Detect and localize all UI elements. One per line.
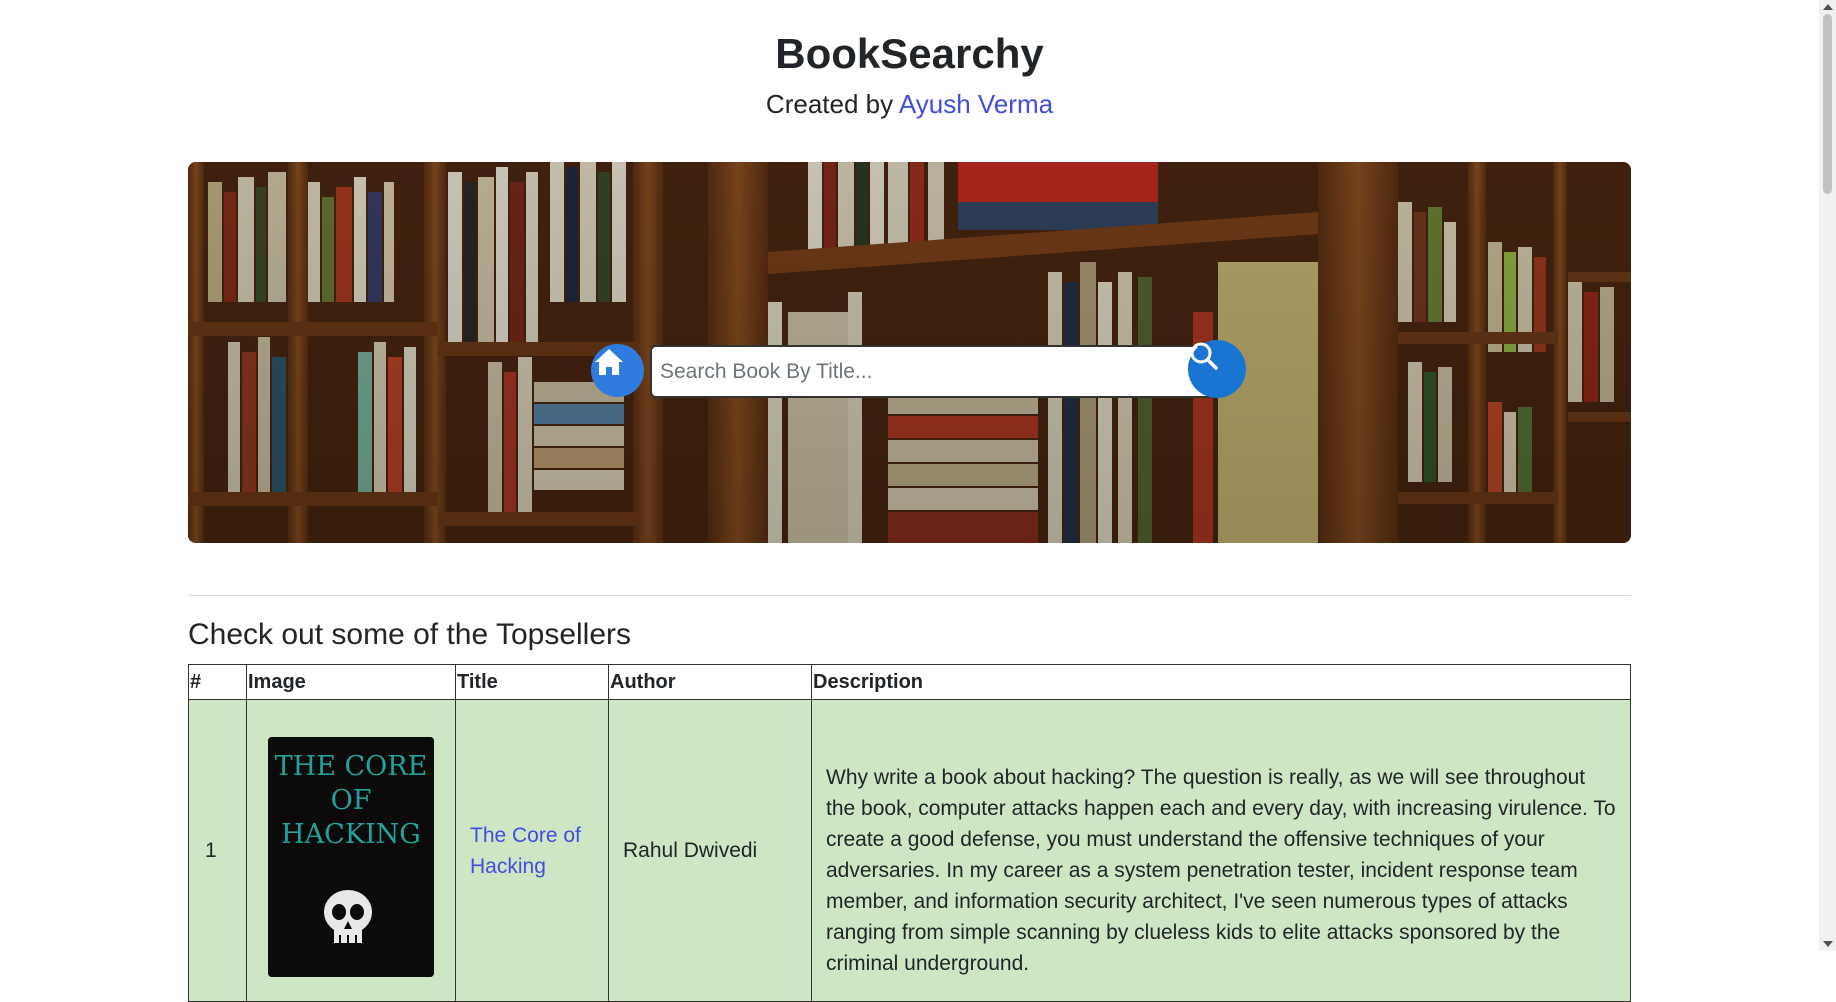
header-image: Image (246, 664, 456, 700)
table-row: 1 THE CORE OF HACKING The Core of Hackin… (188, 699, 1631, 1002)
cover-text-line1: THE CORE (275, 751, 428, 782)
header-description: Description (811, 664, 1631, 700)
book-cover-image[interactable]: THE CORE OF HACKING (268, 737, 434, 977)
row-number: 1 (188, 699, 247, 1002)
page-scrollbar[interactable] (1819, 0, 1836, 951)
topsellers-table: # Image Title Author Description 1 THE C… (188, 664, 1631, 1002)
author-link[interactable]: Ayush Verma (899, 89, 1053, 119)
subtitle: Created by Ayush Verma (188, 88, 1631, 120)
home-button[interactable] (591, 344, 644, 397)
hero-banner (188, 162, 1631, 543)
header-number: # (188, 664, 247, 700)
site-title: BookSearchy (775, 30, 1044, 77)
row-image-cell: THE CORE OF HACKING (246, 699, 456, 1002)
row-author: Rahul Dwivedi (608, 699, 812, 1002)
section-heading: Check out some of the Topsellers (188, 618, 632, 651)
scroll-thumb[interactable] (1823, 14, 1832, 194)
row-description: Why write a book about hacking? The ques… (811, 699, 1631, 1002)
section-divider (188, 595, 1631, 596)
header-author: Author (608, 664, 812, 700)
table-header-row: # Image Title Author Description (188, 664, 1631, 700)
created-by-text: Created by (765, 89, 894, 119)
home-icon (595, 349, 623, 375)
book-cover-art: THE CORE OF HACKING (268, 737, 434, 977)
scroll-down-arrow-icon[interactable] (1823, 941, 1833, 947)
cover-text-line2: OF (331, 785, 372, 816)
search-button[interactable] (1188, 340, 1246, 398)
row-title-cell: The Core of Hacking (455, 699, 609, 1002)
header-title: Title (455, 664, 609, 700)
search-input[interactable] (650, 345, 1210, 398)
scroll-up-arrow-icon[interactable] (1823, 4, 1833, 10)
search-icon (1190, 342, 1218, 370)
cover-text-line3: HACKING (281, 819, 421, 850)
book-title-link[interactable]: The Core of Hacking (470, 824, 581, 878)
